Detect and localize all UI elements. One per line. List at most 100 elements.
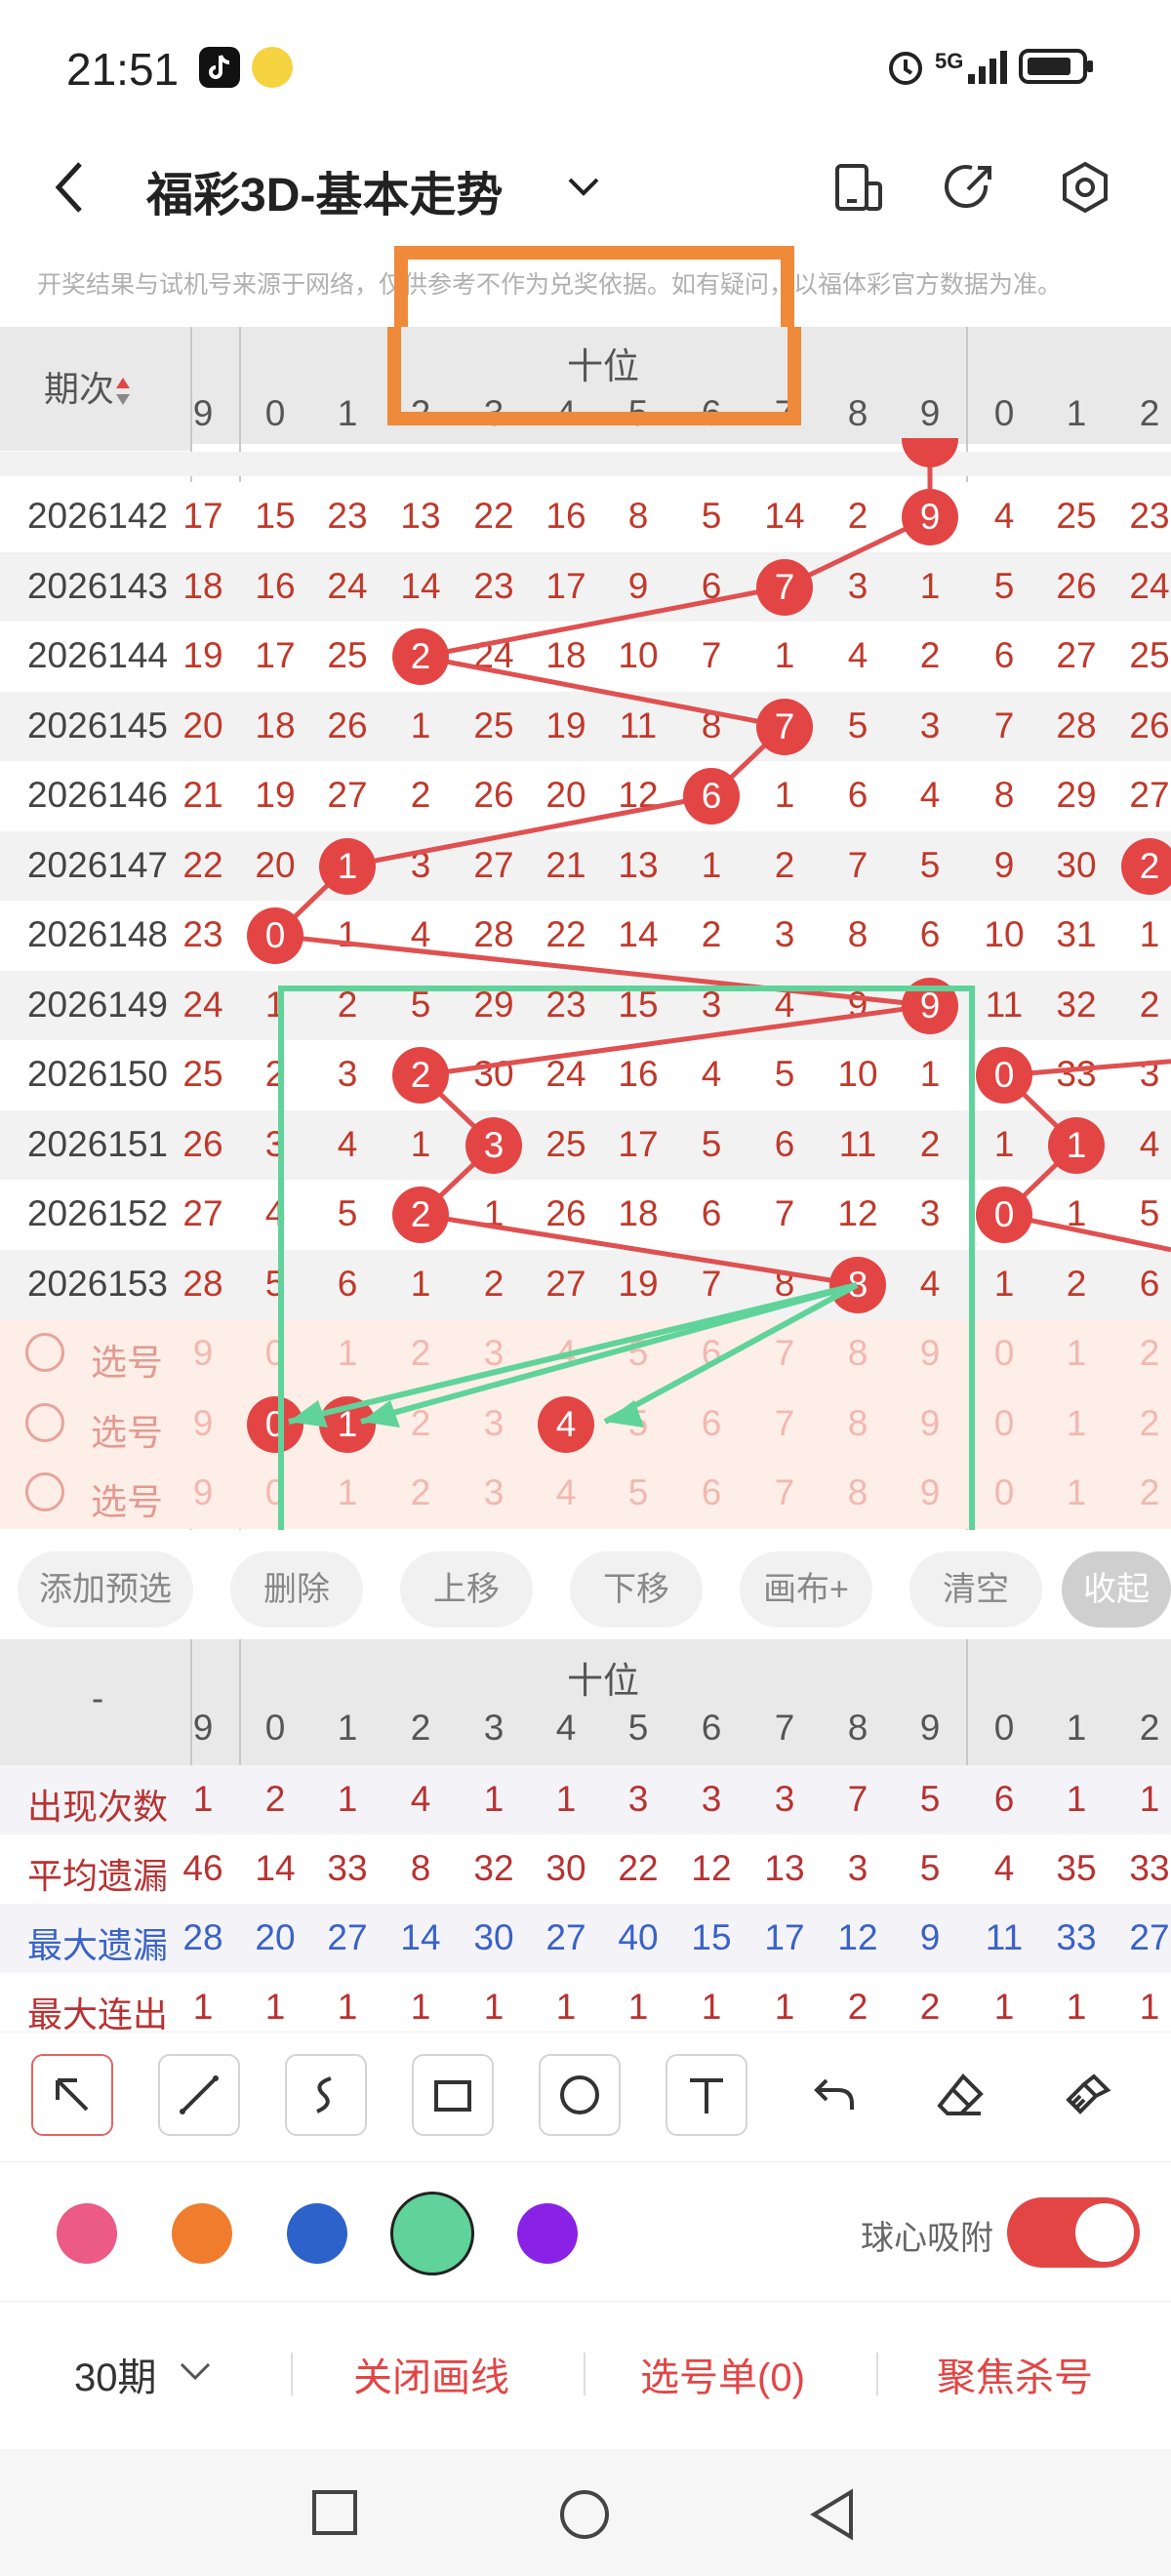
back-nav-icon[interactable] [808,2488,857,2546]
stats-cell: 1 [483,1779,505,1819]
green-arrowhead[interactable] [289,1400,328,1428]
focus-kill-button[interactable]: 聚焦杀号 [937,2346,1093,2402]
stats-cell: 27 [545,1917,586,1957]
app-face-icon [252,47,293,88]
stats-cell: 46 [182,1848,223,1888]
text-tool[interactable] [666,2054,747,2136]
green-arrow-annotation[interactable] [360,1282,858,1425]
stats-cell: 17 [764,1917,805,1957]
stats-cell: 1 [337,1987,358,2027]
stats-column-header: 1 [1066,1708,1087,1748]
stats-cell: 12 [691,1848,732,1888]
stats-cell: 1 [1139,1779,1160,1819]
stats-cell: 5 [919,1848,941,1888]
stats-cell: 8 [410,1848,431,1888]
line-tool[interactable] [158,2054,240,2136]
stats-cell: 27 [1129,1917,1170,1957]
settings-icon[interactable] [1054,156,1116,219]
color-orange-swatch[interactable] [172,2203,232,2264]
stats-label: 出现次数 [26,1787,168,1827]
stats-cell: 1 [1139,1987,1160,2027]
clear-brush-icon[interactable] [1046,2054,1128,2136]
home-icon[interactable] [558,2488,611,2546]
canvas-plus-button[interactable]: 画布+ [740,1551,872,1628]
action-bar: 添加预选 删除 上移 下移 画布+ 清空 收起 [0,1530,1171,1637]
clear-button[interactable]: 清空 [909,1551,1042,1628]
drawing-overlay[interactable] [0,327,1171,1532]
move-up-button[interactable]: 上移 [400,1551,533,1628]
stats-cell: 1 [483,1987,505,2027]
stats-cell: 33 [1056,1917,1097,1957]
add-preselect-button[interactable]: 添加预选 [18,1551,193,1628]
stats-cell: 6 [993,1779,1015,1819]
green-rectangle-annotation[interactable] [278,986,975,1532]
stats-cell: 9 [919,1917,941,1957]
stats-cell: 14 [255,1848,296,1888]
orange-rectangle-annotation[interactable] [387,327,801,425]
stats-cell: 11 [985,1917,1024,1957]
magnet-label: 球心吸附 [861,2220,993,2257]
stats-cell: 20 [255,1917,296,1957]
battery-icon [1019,45,1097,97]
stats-cell: 1 [555,1987,577,2027]
stats-column-header: 0 [264,1708,286,1748]
color-palette: 球心吸附 [0,2161,1171,2299]
eraser-icon[interactable] [919,2054,1001,2136]
screen-rotate-icon[interactable] [826,156,888,219]
stats-cell: 2 [919,1987,941,2027]
undo-icon[interactable] [792,2054,874,2136]
chevron-down-icon[interactable] [178,2360,213,2389]
orange-rectangle-top[interactable] [394,246,794,327]
stats-cell: 2 [847,1987,868,2027]
delete-button[interactable]: 删除 [230,1551,363,1628]
stats-column-header: 6 [701,1708,722,1748]
stats-column-header: 9 [919,1708,941,1748]
system-nav-bar [0,2449,1171,2576]
pick-list-button[interactable]: 选号单(0) [640,2346,805,2402]
circle-tool[interactable] [539,2054,621,2136]
stats-cell: 30 [545,1848,586,1888]
chevron-down-icon[interactable] [552,156,615,219]
stats-cell: 1 [774,1987,795,2027]
close-draw-button[interactable]: 关闭画线 [353,2346,509,2402]
stats-cell: 5 [919,1779,941,1819]
stats-column-header: 8 [847,1708,868,1748]
color-blue-swatch[interactable] [287,2203,347,2264]
color-green-swatch[interactable] [390,2192,474,2275]
stats-cell: 3 [774,1779,795,1819]
trend-table[interactable]: 期次 十位 9 0 1 2 3 4 5 6 7 8 9 0 1 2 2026142 17 15 23 13 22 16 8… [0,327,1171,1532]
page-title[interactable]: 福彩3D-基本走势 [146,156,503,224]
move-down-button[interactable]: 下移 [570,1551,703,1628]
back-icon[interactable] [39,156,101,219]
color-pink-swatch[interactable] [57,2203,117,2264]
stats-group-title: 十位 [567,1661,639,1701]
rectangle-tool[interactable] [412,2054,494,2136]
tiktok-icon [199,47,240,88]
stats-column-header: 2 [410,1708,431,1748]
stats-cell: 33 [327,1848,368,1888]
collapse-button[interactable]: 收起 [1062,1551,1171,1628]
stats-cell: 33 [1129,1848,1170,1888]
signal-icon [966,45,1015,97]
stats-cell: 1 [337,1779,358,1819]
app-header: 福彩3D-基本走势 [0,137,1171,242]
stats-label: 平均遗漏 [26,1856,168,1896]
share-icon[interactable] [939,156,1001,219]
stats-cell: 7 [847,1779,868,1819]
period-select[interactable]: 30期 [74,2346,157,2402]
green-arrow-annotation[interactable] [603,1282,859,1425]
stats-cell: 3 [847,1848,868,1888]
freehand-tool[interactable] [285,2054,367,2136]
magnet-toggle[interactable] [1007,2197,1140,2268]
recent-apps-icon[interactable] [310,2488,359,2542]
stats-column-header: 2 [1139,1708,1160,1748]
select-arrow-tool[interactable] [31,2054,113,2136]
color-purple-swatch[interactable] [517,2203,578,2264]
stats-cell: 35 [1056,1848,1097,1888]
stats-cell: 1 [627,1987,649,2027]
alarm-icon [884,45,927,97]
stats-cell: 27 [327,1917,368,1957]
stats-column-header: 9 [192,1708,214,1748]
stats-cell: 15 [691,1917,732,1957]
drawing-tools [0,2032,1171,2159]
